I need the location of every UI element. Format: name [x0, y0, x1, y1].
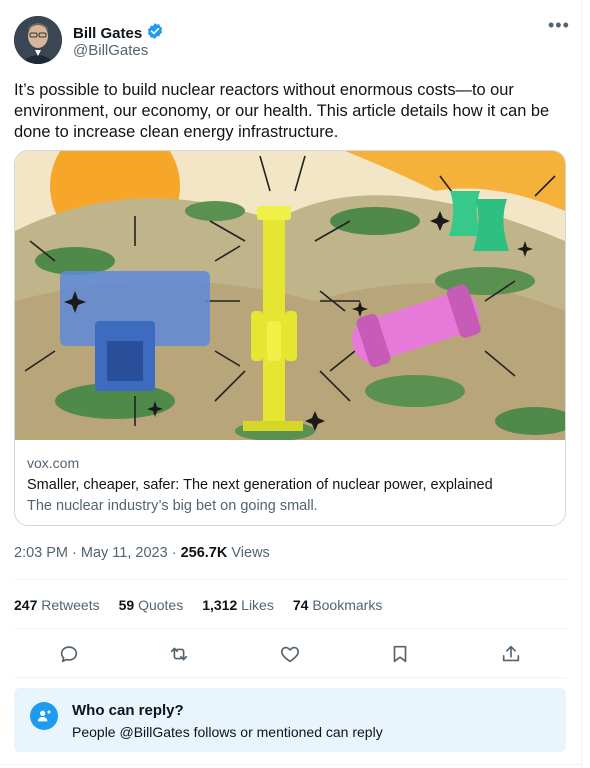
bookmark-icon[interactable] — [385, 640, 415, 668]
tweet-time[interactable]: 2:03 PM — [14, 545, 68, 561]
stat-count: 59 — [118, 597, 135, 613]
retweet-icon[interactable] — [164, 640, 194, 668]
divider — [14, 628, 566, 629]
share-icon[interactable] — [496, 640, 526, 668]
reply-restriction-title: Who can reply? — [72, 702, 184, 719]
stat-count: 1,312 — [202, 597, 238, 613]
reply-restriction-box: Who can reply? People @BillGates follows… — [14, 688, 566, 752]
reply-icon[interactable] — [54, 640, 84, 668]
author-handle[interactable]: @BillGates — [73, 42, 148, 59]
tweet-meta: 2:03 PM · May 11, 2023 · 256.7K Views — [14, 545, 270, 561]
avatar[interactable] — [14, 16, 62, 64]
stat-likes[interactable]: 1,312 Likes — [202, 597, 274, 613]
stat-label: Bookmarks — [312, 597, 383, 613]
meta-separator: · — [171, 545, 181, 561]
action-bar — [14, 640, 566, 668]
stat-count: 247 — [14, 597, 38, 613]
column-bottom-border — [0, 764, 582, 765]
stat-count: 74 — [292, 597, 309, 613]
card-description[interactable]: The nuclear industry’s big bet on going … — [27, 498, 318, 514]
tweet-date[interactable]: May 11, 2023 — [81, 545, 168, 561]
divider — [14, 579, 566, 580]
like-icon[interactable] — [275, 640, 305, 668]
more-options-icon[interactable]: ••• — [548, 16, 570, 34]
mention-user-icon — [30, 702, 58, 730]
stat-label: Quotes — [138, 597, 184, 613]
stat-label: Retweets — [41, 597, 100, 613]
views-label: Views — [231, 545, 270, 561]
author-name[interactable]: Bill Gates — [73, 25, 142, 42]
views-count: 256.7K — [180, 545, 228, 561]
tweet-text: It’s possible to build nuclear reactors … — [14, 81, 550, 141]
nuclear-reactors-illustration[interactable] — [15, 151, 565, 440]
stat-bookmarks[interactable]: 74 Bookmarks — [293, 597, 383, 613]
stat-retweets[interactable]: 247 Retweets — [14, 597, 100, 613]
stat-label: Likes — [241, 597, 274, 613]
link-card[interactable]: vox.com Smaller, cheaper, safer: The nex… — [14, 150, 566, 526]
card-domain[interactable]: vox.com — [27, 455, 79, 471]
meta-separator: · — [72, 545, 81, 561]
engagement-stats: 247 Retweets 59 Quotes 1,312 Likes 74 Bo… — [14, 597, 382, 613]
verified-badge-icon — [146, 22, 164, 45]
card-title[interactable]: Smaller, cheaper, safer: The next genera… — [27, 477, 493, 493]
stat-quotes[interactable]: 59 Quotes — [119, 597, 184, 613]
divider — [14, 677, 566, 678]
reply-restriction-subtitle: People @BillGates follows or mentioned c… — [72, 724, 383, 740]
column-border — [581, 0, 582, 768]
